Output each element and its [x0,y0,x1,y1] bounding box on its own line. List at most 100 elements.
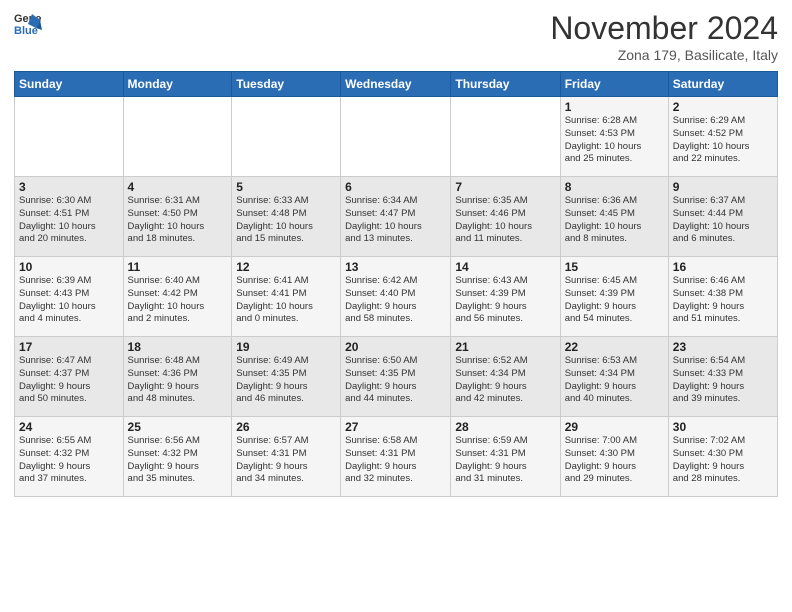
calendar-cell-4-3: 27Sunrise: 6:58 AM Sunset: 4:31 PM Dayli… [341,417,451,497]
day-info: Sunrise: 6:33 AM Sunset: 4:48 PM Dayligh… [236,195,336,246]
day-number: 9 [673,180,773,194]
calendar-cell-4-1: 25Sunrise: 6:56 AM Sunset: 4:32 PM Dayli… [123,417,232,497]
calendar-cell-4-5: 29Sunrise: 7:00 AM Sunset: 4:30 PM Dayli… [560,417,668,497]
day-number: 18 [128,340,228,354]
day-info: Sunrise: 6:29 AM Sunset: 4:52 PM Dayligh… [673,115,773,166]
col-monday: Monday [123,72,232,97]
calendar-cell-4-6: 30Sunrise: 7:02 AM Sunset: 4:30 PM Dayli… [668,417,777,497]
calendar-cell-3-0: 17Sunrise: 6:47 AM Sunset: 4:37 PM Dayli… [15,337,124,417]
day-number: 26 [236,420,336,434]
day-info: Sunrise: 6:55 AM Sunset: 4:32 PM Dayligh… [19,435,119,486]
calendar-cell-3-4: 21Sunrise: 6:52 AM Sunset: 4:34 PM Dayli… [451,337,560,417]
day-info: Sunrise: 6:36 AM Sunset: 4:45 PM Dayligh… [565,195,664,246]
day-number: 2 [673,100,773,114]
day-number: 25 [128,420,228,434]
calendar-cell-2-3: 13Sunrise: 6:42 AM Sunset: 4:40 PM Dayli… [341,257,451,337]
calendar-cell-3-2: 19Sunrise: 6:49 AM Sunset: 4:35 PM Dayli… [232,337,341,417]
day-info: Sunrise: 6:31 AM Sunset: 4:50 PM Dayligh… [128,195,228,246]
day-number: 30 [673,420,773,434]
calendar-cell-2-1: 11Sunrise: 6:40 AM Sunset: 4:42 PM Dayli… [123,257,232,337]
day-number: 24 [19,420,119,434]
day-number: 22 [565,340,664,354]
calendar-cell-3-1: 18Sunrise: 6:48 AM Sunset: 4:36 PM Dayli… [123,337,232,417]
day-info: Sunrise: 7:00 AM Sunset: 4:30 PM Dayligh… [565,435,664,486]
day-info: Sunrise: 6:41 AM Sunset: 4:41 PM Dayligh… [236,275,336,326]
col-saturday: Saturday [668,72,777,97]
day-number: 4 [128,180,228,194]
day-number: 17 [19,340,119,354]
calendar-cell-0-4 [451,97,560,177]
calendar-cell-2-2: 12Sunrise: 6:41 AM Sunset: 4:41 PM Dayli… [232,257,341,337]
col-wednesday: Wednesday [341,72,451,97]
day-number: 23 [673,340,773,354]
calendar-cell-0-6: 2Sunrise: 6:29 AM Sunset: 4:52 PM Daylig… [668,97,777,177]
day-info: Sunrise: 6:48 AM Sunset: 4:36 PM Dayligh… [128,355,228,406]
header: General Blue November 2024 Zona 179, Bas… [14,10,778,63]
col-thursday: Thursday [451,72,560,97]
calendar-cell-2-4: 14Sunrise: 6:43 AM Sunset: 4:39 PM Dayli… [451,257,560,337]
day-number: 6 [345,180,446,194]
day-info: Sunrise: 6:28 AM Sunset: 4:53 PM Dayligh… [565,115,664,166]
subtitle: Zona 179, Basilicate, Italy [550,47,778,63]
calendar-week-3: 17Sunrise: 6:47 AM Sunset: 4:37 PM Dayli… [15,337,778,417]
day-number: 16 [673,260,773,274]
calendar-cell-2-5: 15Sunrise: 6:45 AM Sunset: 4:39 PM Dayli… [560,257,668,337]
day-info: Sunrise: 6:54 AM Sunset: 4:33 PM Dayligh… [673,355,773,406]
day-number: 21 [455,340,555,354]
day-number: 8 [565,180,664,194]
day-number: 11 [128,260,228,274]
calendar-cell-1-5: 8Sunrise: 6:36 AM Sunset: 4:45 PM Daylig… [560,177,668,257]
day-info: Sunrise: 6:39 AM Sunset: 4:43 PM Dayligh… [19,275,119,326]
calendar-cell-1-6: 9Sunrise: 6:37 AM Sunset: 4:44 PM Daylig… [668,177,777,257]
calendar-cell-2-6: 16Sunrise: 6:46 AM Sunset: 4:38 PM Dayli… [668,257,777,337]
calendar-week-1: 3Sunrise: 6:30 AM Sunset: 4:51 PM Daylig… [15,177,778,257]
day-info: Sunrise: 6:59 AM Sunset: 4:31 PM Dayligh… [455,435,555,486]
calendar-cell-4-4: 28Sunrise: 6:59 AM Sunset: 4:31 PM Dayli… [451,417,560,497]
day-info: Sunrise: 6:43 AM Sunset: 4:39 PM Dayligh… [455,275,555,326]
calendar-cell-3-5: 22Sunrise: 6:53 AM Sunset: 4:34 PM Dayli… [560,337,668,417]
day-info: Sunrise: 6:56 AM Sunset: 4:32 PM Dayligh… [128,435,228,486]
calendar-cell-0-0 [15,97,124,177]
calendar-cell-0-5: 1Sunrise: 6:28 AM Sunset: 4:53 PM Daylig… [560,97,668,177]
col-sunday: Sunday [15,72,124,97]
calendar-cell-0-1 [123,97,232,177]
col-friday: Friday [560,72,668,97]
title-block: November 2024 Zona 179, Basilicate, Ital… [550,10,778,63]
day-number: 15 [565,260,664,274]
day-info: Sunrise: 6:34 AM Sunset: 4:47 PM Dayligh… [345,195,446,246]
day-number: 28 [455,420,555,434]
calendar-week-4: 24Sunrise: 6:55 AM Sunset: 4:32 PM Dayli… [15,417,778,497]
calendar-cell-1-2: 5Sunrise: 6:33 AM Sunset: 4:48 PM Daylig… [232,177,341,257]
calendar: Sunday Monday Tuesday Wednesday Thursday… [14,71,778,497]
calendar-week-0: 1Sunrise: 6:28 AM Sunset: 4:53 PM Daylig… [15,97,778,177]
calendar-header-row: Sunday Monday Tuesday Wednesday Thursday… [15,72,778,97]
day-number: 29 [565,420,664,434]
col-tuesday: Tuesday [232,72,341,97]
day-number: 12 [236,260,336,274]
day-info: Sunrise: 6:37 AM Sunset: 4:44 PM Dayligh… [673,195,773,246]
day-number: 20 [345,340,446,354]
day-number: 3 [19,180,119,194]
day-info: Sunrise: 6:57 AM Sunset: 4:31 PM Dayligh… [236,435,336,486]
day-number: 13 [345,260,446,274]
calendar-cell-1-3: 6Sunrise: 6:34 AM Sunset: 4:47 PM Daylig… [341,177,451,257]
day-info: Sunrise: 6:47 AM Sunset: 4:37 PM Dayligh… [19,355,119,406]
calendar-cell-4-0: 24Sunrise: 6:55 AM Sunset: 4:32 PM Dayli… [15,417,124,497]
month-title: November 2024 [550,10,778,47]
day-info: Sunrise: 6:40 AM Sunset: 4:42 PM Dayligh… [128,275,228,326]
logo-icon: General Blue [14,10,42,38]
day-number: 7 [455,180,555,194]
day-info: Sunrise: 6:58 AM Sunset: 4:31 PM Dayligh… [345,435,446,486]
calendar-cell-3-3: 20Sunrise: 6:50 AM Sunset: 4:35 PM Dayli… [341,337,451,417]
day-number: 10 [19,260,119,274]
day-number: 1 [565,100,664,114]
day-info: Sunrise: 6:45 AM Sunset: 4:39 PM Dayligh… [565,275,664,326]
day-number: 27 [345,420,446,434]
day-info: Sunrise: 6:52 AM Sunset: 4:34 PM Dayligh… [455,355,555,406]
day-info: Sunrise: 6:35 AM Sunset: 4:46 PM Dayligh… [455,195,555,246]
day-number: 19 [236,340,336,354]
calendar-cell-0-3 [341,97,451,177]
logo: General Blue [14,10,42,38]
day-number: 14 [455,260,555,274]
day-info: Sunrise: 6:30 AM Sunset: 4:51 PM Dayligh… [19,195,119,246]
